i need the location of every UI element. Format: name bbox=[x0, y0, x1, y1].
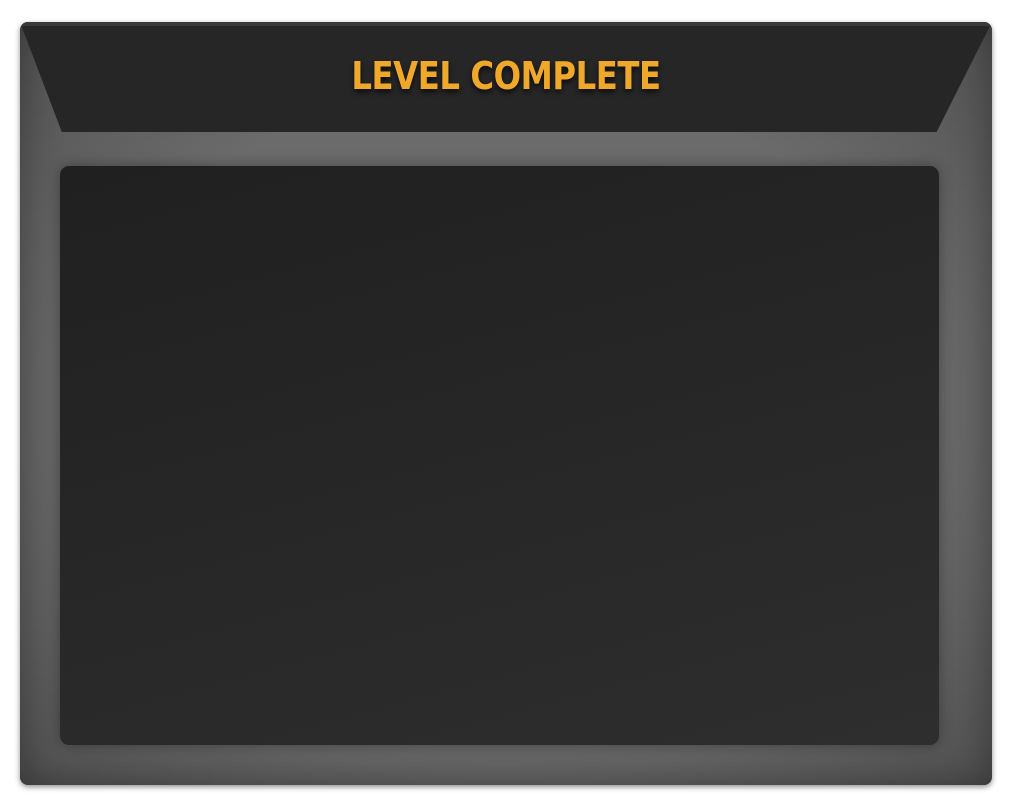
content-panel bbox=[60, 166, 939, 745]
banner-top-edge bbox=[20, 22, 992, 26]
level-complete-dialog: LEVEL COMPLETE bbox=[20, 22, 992, 785]
dialog-title: LEVEL COMPLETE bbox=[351, 54, 661, 98]
